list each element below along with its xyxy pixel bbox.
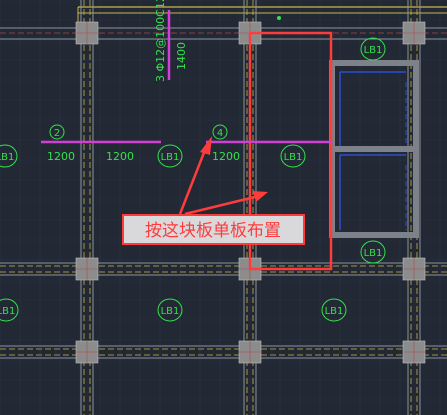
- rebar-left: 2 1200 1200: [41, 124, 161, 163]
- annotation-callout: 按这块板单板布置: [122, 214, 305, 245]
- cad-viewport[interactable]: 3 Φ12@100C12 1400 2 1200 1200 4 1200 LB1: [0, 0, 447, 415]
- svg-text:LB1: LB1: [284, 152, 303, 163]
- svg-text:LB1: LB1: [325, 306, 344, 317]
- rebar-vertical: 3 Φ12@100C12 1400: [154, 0, 188, 82]
- svg-text:LB1: LB1: [364, 248, 383, 259]
- svg-text:LB1: LB1: [0, 306, 15, 317]
- slab-label: LB1: [157, 144, 183, 168]
- rebar-vertical-length: 1400: [175, 42, 188, 70]
- rebar-mid: 4 1200: [206, 124, 332, 163]
- green-dot-marker: [277, 16, 281, 20]
- svg-text:LB1: LB1: [0, 152, 14, 163]
- svg-text:LB1: LB1: [161, 306, 180, 317]
- annotation-text: 按这块板单板布置: [145, 221, 281, 241]
- rebar-mid-length-left: 1200: [212, 150, 240, 163]
- slab-label: LB1: [321, 298, 347, 322]
- cad-drawing-canvas[interactable]: 3 Φ12@100C12 1400 2 1200 1200 4 1200 LB1: [0, 0, 447, 415]
- svg-text:LB1: LB1: [161, 152, 180, 163]
- annotation-arrows: [178, 136, 268, 216]
- rebar-left-length-right: 1200: [106, 150, 134, 163]
- slab-label: LB1: [360, 37, 386, 61]
- rebar-left-number: 2: [54, 128, 60, 139]
- slab-label: LB1: [0, 298, 19, 322]
- rebar-mid-number: 4: [217, 128, 223, 139]
- svg-text:LB1: LB1: [364, 45, 383, 56]
- slab-label: LB1: [0, 144, 18, 168]
- slab-label: LB1: [280, 144, 306, 168]
- shaft-opening: [329, 60, 419, 238]
- rebar-left-length-left: 1200: [47, 150, 75, 163]
- slab-label: LB1: [157, 298, 183, 322]
- rebar-vertical-spec: 3 Φ12@100C12: [154, 0, 167, 82]
